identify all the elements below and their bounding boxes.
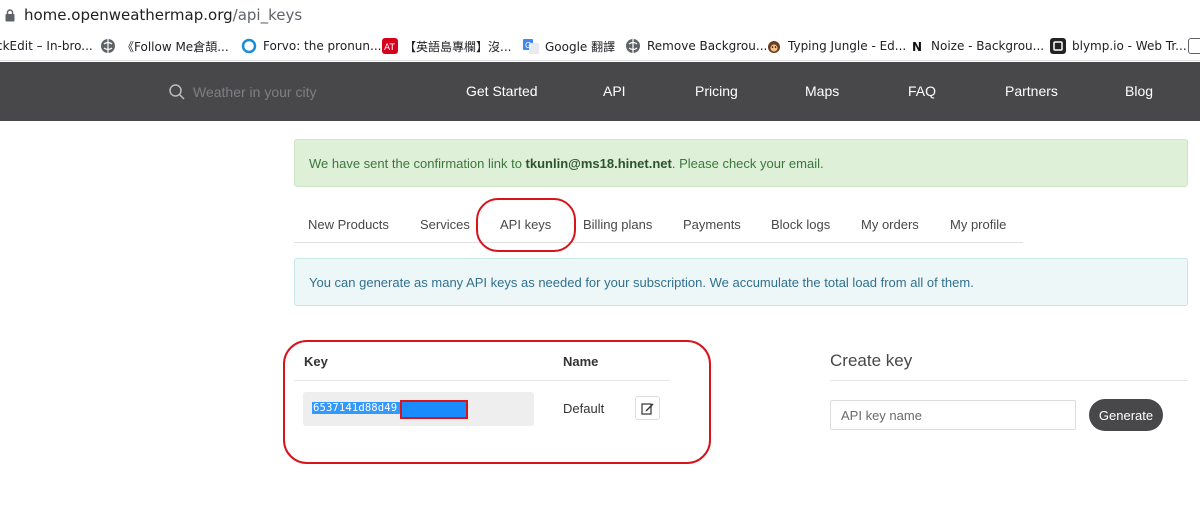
- bookmark-label: Typing Jungle - Ed...: [788, 39, 907, 53]
- folder-icon: [1188, 38, 1200, 54]
- bookmark-item[interactable]: Remove Backgrou...: [625, 37, 767, 55]
- bookmark-item[interactable]: ckEdit – In-bro...: [0, 37, 93, 55]
- tab-new-products[interactable]: New Products: [308, 217, 389, 232]
- bookmark-label: Forvo: the pronun...: [263, 39, 382, 53]
- bookmark-item[interactable]: Forvo: the pronun...: [241, 37, 381, 55]
- nav-api[interactable]: API: [603, 83, 626, 99]
- tab-billing-plans[interactable]: Billing plans: [583, 217, 652, 232]
- globe-icon: [100, 38, 116, 54]
- generate-button[interactable]: Generate: [1089, 399, 1163, 431]
- api-key-highlight: [283, 340, 711, 464]
- confirmation-prefix: We have sent the confirmation link to: [309, 156, 526, 171]
- tab-my-profile[interactable]: My profile: [950, 217, 1006, 232]
- nav-faq[interactable]: FAQ: [908, 83, 936, 99]
- bookmark-label: blymp.io - Web Tr...: [1072, 39, 1187, 53]
- api-key-name-input[interactable]: [830, 400, 1076, 430]
- url-host: home.openweathermap.org: [24, 6, 233, 24]
- forvo-icon: [241, 38, 257, 54]
- tab-services[interactable]: Services: [420, 217, 470, 232]
- tab-my-orders[interactable]: My orders: [861, 217, 919, 232]
- site-navbar: Get Started API Pricing Maps FAQ Partner…: [0, 62, 1200, 121]
- bookmarks-bar: ckEdit – In-bro... 《Follow Me倉頡... Forvo…: [0, 32, 1200, 61]
- account-tabs: New Products Services API keys Billing p…: [294, 203, 1023, 243]
- tab-payments[interactable]: Payments: [683, 217, 741, 232]
- nav-pricing[interactable]: Pricing: [695, 83, 738, 99]
- bookmark-item[interactable]: Typing Jungle - Ed...: [766, 37, 906, 55]
- svg-text:N: N: [912, 40, 922, 54]
- url-path: /api_keys: [232, 6, 303, 24]
- bookmark-overflow[interactable]: [1188, 37, 1200, 55]
- bookmark-label: Google 翻譯: [545, 39, 616, 54]
- nav-blog[interactable]: Blog: [1125, 83, 1153, 99]
- info-text: You can generate as many API keys as nee…: [309, 275, 974, 290]
- search-icon: [169, 84, 185, 100]
- bookmark-item[interactable]: G Google 翻譯: [523, 37, 615, 55]
- tab-block-logs[interactable]: Block logs: [771, 217, 830, 232]
- bookmark-label: 【英語島專欄】沒...: [404, 39, 512, 54]
- svg-text:AT: AT: [384, 43, 395, 53]
- api-keys-tab-highlight: [476, 198, 576, 252]
- bookmark-item[interactable]: N Noize - Backgrou...: [909, 37, 1044, 55]
- bookmark-label: Noize - Backgrou...: [931, 39, 1045, 53]
- bookmark-label: ckEdit – In-bro...: [0, 39, 93, 53]
- url-text: home.openweathermap.org/api_keys: [24, 6, 302, 24]
- browser-address-bar[interactable]: home.openweathermap.org/api_keys: [0, 0, 1200, 32]
- bookmark-item[interactable]: 《Follow Me倉頡...: [100, 37, 229, 55]
- city-search-input[interactable]: [193, 82, 393, 102]
- api-keys-info-alert: You can generate as many API keys as nee…: [294, 258, 1188, 306]
- nav-get-started[interactable]: Get Started: [466, 83, 538, 99]
- confirmation-alert: We have sent the confirmation link to tk…: [294, 139, 1188, 187]
- blymp-icon: [1050, 38, 1066, 54]
- monkey-icon: [766, 38, 782, 54]
- create-key-title: Create key: [830, 351, 913, 370]
- lock-icon: [5, 9, 15, 22]
- confirmation-suffix: . Please check your email.: [671, 156, 824, 171]
- bookmark-label: Remove Backgrou...: [647, 39, 768, 53]
- create-key-divider: [830, 380, 1188, 381]
- acrobat-icon: AT: [382, 38, 398, 54]
- google-translate-icon: G: [523, 38, 539, 54]
- bookmark-item[interactable]: AT 【英語島專欄】沒...: [382, 37, 511, 55]
- noize-icon: N: [909, 38, 925, 54]
- confirmation-email: tkunlin@ms18.hinet.net: [525, 156, 672, 171]
- globe-icon: [625, 38, 641, 54]
- nav-maps[interactable]: Maps: [805, 83, 839, 99]
- svg-text:G: G: [525, 41, 531, 50]
- bookmark-label: 《Follow Me倉頡...: [122, 39, 229, 54]
- nav-partners[interactable]: Partners: [1005, 83, 1058, 99]
- bookmark-item[interactable]: blymp.io - Web Tr...: [1050, 37, 1187, 55]
